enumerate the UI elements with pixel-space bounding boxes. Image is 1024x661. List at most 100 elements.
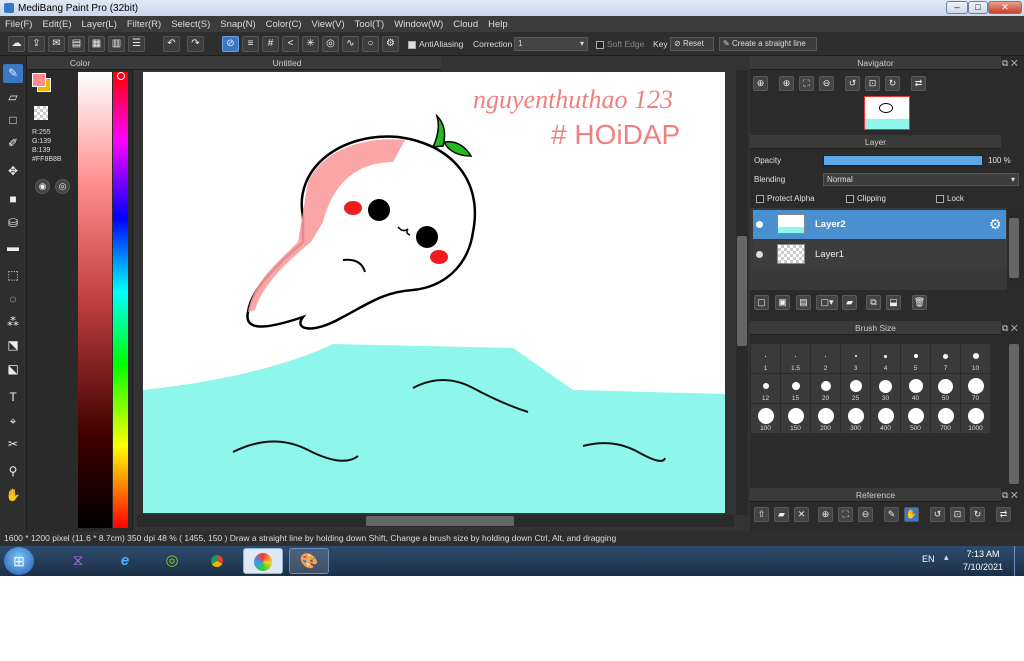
clipping-toggle[interactable]: Clipping <box>846 194 886 203</box>
menu-tool[interactable]: Tool(T) <box>350 19 390 30</box>
soft-edge-toggle[interactable]: Soft Edge <box>596 39 644 49</box>
correction-select[interactable]: 1 ▾ <box>514 37 588 51</box>
brush-size-cell[interactable]: 10 <box>961 344 990 373</box>
visibility-icon[interactable] <box>756 221 763 228</box>
close-button[interactable]: ✕ <box>988 1 1022 14</box>
grid-document-icon[interactable]: ▥ <box>108 36 125 52</box>
eraser-tool-icon[interactable]: ▱ <box>3 88 23 107</box>
gradation-tool-icon[interactable]: ▬ <box>3 238 23 257</box>
reference-zoom-in-icon[interactable]: ⊕ <box>818 507 833 522</box>
menu-snap[interactable]: Snap(N) <box>215 19 260 30</box>
brush-size-cell[interactable]: 100 <box>751 404 780 433</box>
duplicate-layer-icon[interactable]: ⧉ <box>866 295 881 310</box>
brush-size-cell[interactable]: 700 <box>931 404 960 433</box>
reference-rotate-reset-icon[interactable]: ⊡ <box>950 507 965 522</box>
list-icon[interactable]: ☰ <box>128 36 145 52</box>
lock-toggle[interactable]: Lock <box>936 194 964 203</box>
visual-studio-icon[interactable]: ⧖ <box>58 548 98 574</box>
reference-fit-icon[interactable]: ⛶ <box>838 507 853 522</box>
horizontal-scroll-thumb[interactable] <box>366 516 514 526</box>
comment-icon[interactable]: ✉ <box>48 36 65 52</box>
brush-size-cell[interactable]: 2 <box>811 344 840 373</box>
vertical-scroll-thumb[interactable] <box>737 236 747 346</box>
new-halftone-layer-icon[interactable]: ▣ <box>775 295 790 310</box>
blending-select[interactable]: Normal ▾ <box>823 173 1019 186</box>
rotate-left-icon[interactable]: ↺ <box>845 76 860 91</box>
new-layer-icon[interactable]: ▢ <box>754 295 769 310</box>
start-button-icon[interactable]: ⊞ <box>4 547 34 575</box>
brush-size-popout-icon[interactable]: ⧉ ✕ <box>1002 323 1018 334</box>
fill-shape-tool-icon[interactable]: ■ <box>3 190 23 209</box>
redo-icon[interactable]: ↷ <box>187 36 204 52</box>
layer-row-layer2[interactable]: Layer2 ⚙ <box>753 210 1006 239</box>
menu-color[interactable]: Color(C) <box>261 19 307 30</box>
undo-icon[interactable]: ↶ <box>163 36 180 52</box>
divide-tool-icon[interactable]: ✂ <box>3 435 23 454</box>
brush-size-cell[interactable]: 1 <box>751 344 780 373</box>
ellipse-snap-icon[interactable]: ○ <box>362 36 379 52</box>
flip-icon[interactable]: ⇄ <box>911 76 926 91</box>
dot-tool-icon[interactable]: □ <box>3 111 23 130</box>
soft-edge-checkbox[interactable] <box>596 40 604 49</box>
brush-size-cell[interactable]: 25 <box>841 374 870 403</box>
antialiasing-checkbox[interactable] <box>408 40 416 49</box>
paint-icon[interactable]: 🎨 <box>289 548 329 574</box>
rotate-reset-icon[interactable]: ⊡ <box>865 76 880 91</box>
protect-alpha-toggle[interactable]: Protect Alpha <box>756 194 815 203</box>
navigator-thumbnail[interactable] <box>864 96 910 130</box>
brush-size-cell[interactable]: 7 <box>931 344 960 373</box>
menu-layer[interactable]: Layer(L) <box>77 19 122 30</box>
eyedropper-tool-icon[interactable]: ⚲ <box>3 462 23 481</box>
brush-size-cell[interactable]: 200 <box>811 404 840 433</box>
curve-snap-icon[interactable]: ∿ <box>342 36 359 52</box>
snap-settings-icon[interactable]: ⚙ <box>382 36 399 52</box>
reference-hand-icon[interactable]: ✋ <box>904 507 919 522</box>
brush-size-scrollbar[interactable] <box>1008 340 1020 492</box>
folder-icon[interactable]: ▰ <box>842 295 857 310</box>
brush-size-cell[interactable]: 1.5 <box>781 344 810 373</box>
reference-flip-icon[interactable]: ⇄ <box>996 507 1011 522</box>
parallel-snap-icon[interactable]: ≡ <box>242 36 259 52</box>
brush-size-cell[interactable]: 150 <box>781 404 810 433</box>
menu-help[interactable]: Help <box>483 19 513 30</box>
brush-size-cell[interactable]: 300 <box>841 404 870 433</box>
magic-wand-tool-icon[interactable]: ⁂ <box>3 313 23 332</box>
circle-snap-icon[interactable]: ◎ <box>322 36 339 52</box>
select-tool-icon[interactable]: ⬚ <box>3 266 23 285</box>
zoom-out-icon[interactable]: ⊖ <box>819 76 834 91</box>
show-desktop-button[interactable] <box>1014 546 1024 576</box>
hue-bar[interactable] <box>113 72 128 528</box>
select-eraser-tool-icon[interactable]: ⬕ <box>3 360 23 379</box>
brush-size-cell[interactable]: 20 <box>811 374 840 403</box>
clock[interactable]: 7:13 AM 7/10/2021 <box>962 549 1004 572</box>
medibang-icon[interactable] <box>243 548 283 574</box>
menu-cloud[interactable]: Cloud <box>448 19 483 30</box>
visibility-icon[interactable] <box>756 251 763 258</box>
internet-explorer-icon[interactable]: e <box>105 548 145 574</box>
menu-filter[interactable]: Filter(R) <box>122 19 166 30</box>
hue-marker[interactable] <box>117 72 125 80</box>
reference-rotate-right-icon[interactable]: ↻ <box>970 507 985 522</box>
create-straight-line-button[interactable]: ✎ Create a straight line <box>719 37 817 51</box>
chrome-icon[interactable] <box>197 548 237 574</box>
antialiasing-toggle[interactable]: AntiAliasing <box>408 39 463 49</box>
reference-popout-icon[interactable]: ⧉ ✕ <box>1002 490 1018 501</box>
layer-list-scrollbar[interactable] <box>1008 208 1020 290</box>
green-app-icon[interactable]: ◎ <box>152 548 192 574</box>
maximize-button[interactable]: □ <box>968 1 988 14</box>
brush-size-cell[interactable]: 500 <box>901 404 930 433</box>
rotate-right-icon[interactable]: ↻ <box>885 76 900 91</box>
language-indicator[interactable]: EN <box>922 554 935 564</box>
drawing-canvas[interactable]: nguyenthuthao 123 # HOiDAP <box>143 72 725 513</box>
protect-alpha-checkbox[interactable] <box>756 194 764 203</box>
menu-select[interactable]: Select(S) <box>166 19 215 30</box>
reference-rotate-left-icon[interactable]: ↺ <box>930 507 945 522</box>
menu-edit[interactable]: Edit(E) <box>37 19 76 30</box>
opacity-slider[interactable] <box>823 155 983 166</box>
reference-pen-icon[interactable]: ✎ <box>884 507 899 522</box>
transparent-swatch[interactable] <box>34 106 48 120</box>
radial-snap-icon[interactable]: ✳ <box>302 36 319 52</box>
palette-add-icon[interactable]: ◎ <box>55 179 70 194</box>
lasso-tool-icon[interactable]: ◌ <box>3 290 23 309</box>
layer-row-layer1[interactable]: Layer1 <box>753 240 1006 269</box>
